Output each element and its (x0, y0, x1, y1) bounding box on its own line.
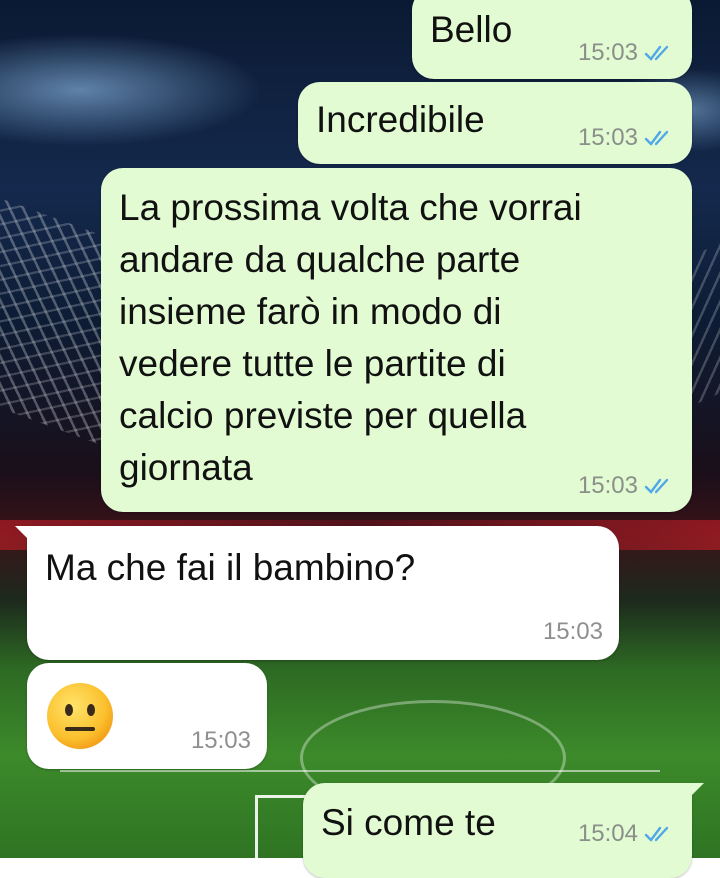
message-text: Bello (430, 9, 513, 50)
message-time: 15:03 (190, 727, 251, 754)
message-meta: 15:03 (578, 124, 676, 152)
message-meta: 15:03 (578, 39, 676, 67)
message-bubble-outgoing[interactable]: La prossima volta che vorrai andare da q… (101, 168, 692, 512)
message-text: La prossima volta che vorrai andare da q… (119, 187, 582, 488)
double-check-icon (644, 826, 669, 842)
message-meta: 15:03 (543, 618, 603, 646)
message-bubble-incoming[interactable]: Ma che fai il bambino? 15:03 (15, 526, 619, 660)
message-time: 15:03 (577, 472, 638, 499)
message-text: Incredibile (316, 99, 485, 140)
message-time: 15:03 (577, 39, 638, 66)
message-meta: 15:03 (578, 472, 676, 500)
message-time: 15:04 (577, 820, 638, 847)
message-time: 15:03 (577, 124, 638, 151)
message-bubble-outgoing[interactable]: Bello 15:03 (412, 0, 692, 79)
neutral-face-emoji-icon (47, 683, 113, 749)
message-bubble-incoming[interactable]: 15:03 (27, 663, 267, 769)
message-meta: 15:04 (578, 820, 676, 848)
double-check-icon (644, 478, 669, 494)
message-bubble-outgoing[interactable]: Incredibile 15:03 (298, 82, 692, 164)
message-text: Ma che fai il bambino? (45, 547, 416, 588)
message-meta: 15:03 (191, 727, 251, 755)
message-bubble-outgoing[interactable]: Si come te 15:04 (303, 783, 704, 878)
double-check-icon (644, 130, 669, 146)
message-text: Si come te (321, 802, 496, 843)
message-time: 15:03 (542, 618, 603, 645)
double-check-icon (644, 45, 669, 61)
